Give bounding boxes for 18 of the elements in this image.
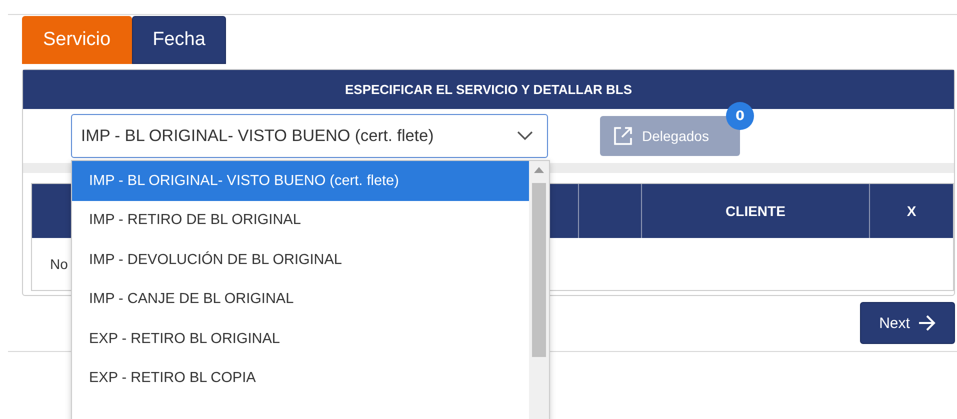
dropdown-option[interactable]: IMP - BL ORIGINAL- VISTO BUENO (cert. flete): [72, 161, 529, 200]
external-link-icon: [612, 125, 634, 147]
chevron-down-icon: [517, 131, 533, 141]
dropdown-option[interactable]: IMP - CANJE DE BL ORIGINAL: [72, 280, 529, 319]
column-header: CLIENTE: [641, 184, 869, 238]
dropdown-option[interactable]: IMP - RETIRO DE BL ORIGINAL: [72, 200, 529, 240]
empty-table-text: No: [50, 256, 68, 272]
tab[interactable]: Fecha: [132, 16, 226, 64]
panel-title: ESPECIFICAR EL SERVICIO Y DETALLAR BLS: [23, 70, 954, 109]
service-select[interactable]: IMP - BL ORIGINAL- VISTO BUENO (cert. flete): [71, 114, 548, 158]
dropdown-option[interactable]: IMP - DEVOLUCIÓN DE BL ORIGINAL: [72, 240, 529, 280]
scrollbar[interactable]: [529, 161, 549, 419]
column-header: X: [869, 184, 953, 238]
scroll-up-icon[interactable]: [534, 167, 544, 173]
next-button[interactable]: Next: [860, 302, 955, 344]
dropdown-option[interactable]: EXP - RETIRO BL ORIGINAL: [72, 319, 529, 358]
arrow-right-icon: [918, 315, 936, 331]
dropdown-option[interactable]: EXP - RETIRO BL COPIA: [72, 358, 529, 398]
